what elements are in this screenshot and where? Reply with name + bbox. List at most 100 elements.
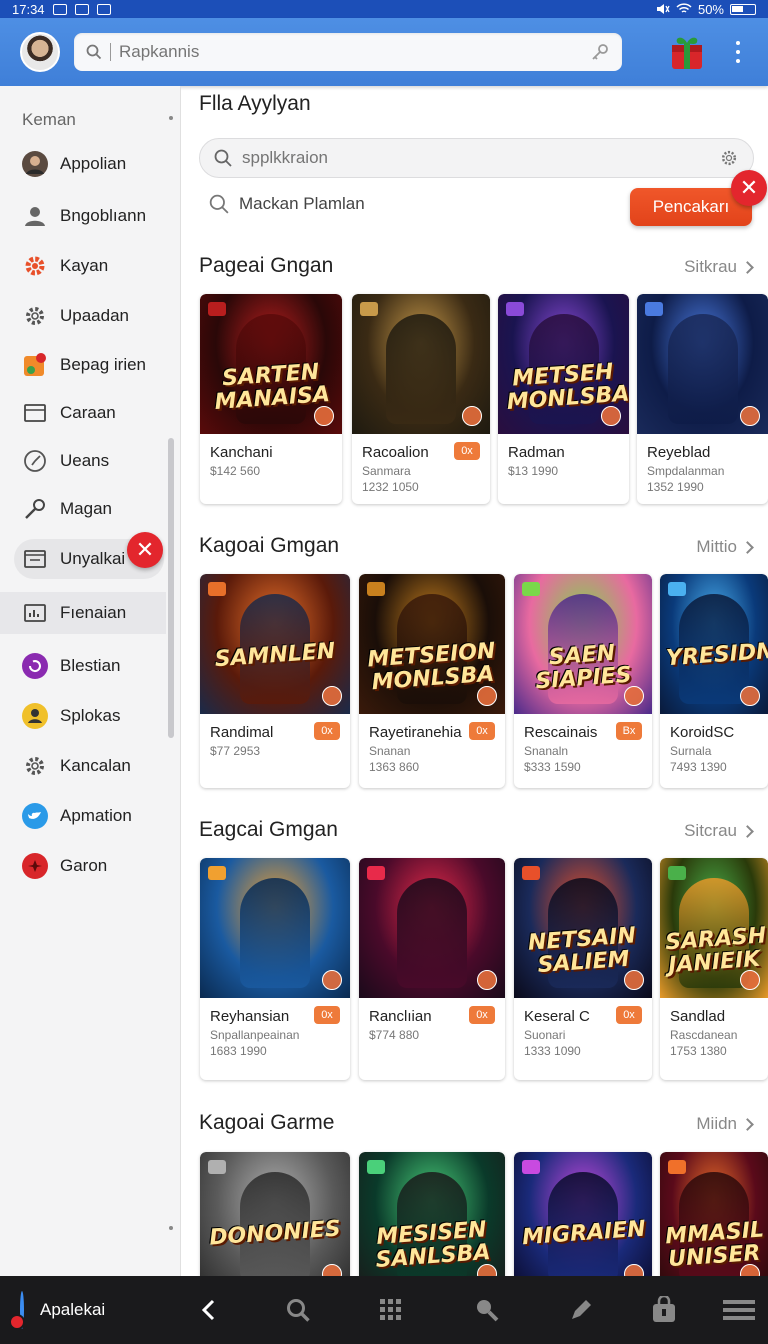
rating-tag-icon bbox=[360, 302, 378, 316]
favorite-badge-icon[interactable] bbox=[322, 970, 342, 990]
search-bar[interactable] bbox=[74, 33, 622, 71]
price-badge[interactable]: Bx bbox=[616, 722, 642, 740]
sidebar-item-appolian[interactable]: Appolian bbox=[14, 144, 164, 184]
favorite-badge-icon[interactable] bbox=[740, 686, 760, 706]
section-title: Kagoai Gmgan bbox=[199, 534, 340, 557]
game-title: Reyhansian bbox=[210, 1008, 290, 1025]
favorite-badge-icon[interactable] bbox=[322, 1264, 342, 1276]
sidebar-item-splokas[interactable]: Splokas bbox=[14, 696, 164, 736]
sidebar-item-ueans[interactable]: Ueans bbox=[14, 441, 164, 481]
filter-bar[interactable] bbox=[199, 138, 754, 178]
sidebar-item-label: Ueans bbox=[60, 451, 110, 470]
person-icon bbox=[22, 203, 48, 229]
key-icon[interactable] bbox=[590, 42, 610, 62]
favorite-badge-icon[interactable] bbox=[740, 406, 760, 426]
user-avatar[interactable] bbox=[9, 1291, 25, 1330]
sidebar-item-kayan[interactable]: Kayan bbox=[14, 246, 164, 286]
sidebar-item-apmation[interactable]: Apmation bbox=[14, 796, 164, 836]
sidebar-item-bepag-irien[interactable]: Bepag irien bbox=[14, 345, 164, 385]
section-link-label: Mittio bbox=[696, 537, 737, 556]
search-alt-icon[interactable] bbox=[441, 1290, 533, 1330]
sidebar-item-garon[interactable]: Garon bbox=[14, 846, 164, 886]
game-card[interactable]: Ranclıian $774 880 0x bbox=[359, 858, 505, 1080]
more-options-icon[interactable] bbox=[734, 41, 742, 63]
section-see-all-link[interactable]: Sitcrau bbox=[684, 821, 754, 841]
rating-tag-icon bbox=[645, 302, 663, 316]
game-card[interactable]: SARASH JANIEIK Sandlad Rascdanean 1753 1380 bbox=[660, 858, 768, 1080]
sidebar: Keman Appolian Bngoblıann Kayan Upaadan … bbox=[0, 86, 181, 1276]
game-card[interactable]: Racoalion Sanmara 1232 1050 0x bbox=[352, 294, 490, 504]
game-card[interactable]: MMASIL UNISER bbox=[660, 1152, 768, 1276]
menu-icon[interactable] bbox=[699, 1290, 768, 1330]
secondary-search[interactable]: Mackan Plamlan bbox=[209, 194, 365, 214]
favorite-badge-icon[interactable] bbox=[477, 1264, 497, 1276]
grid-icon[interactable] bbox=[341, 1290, 441, 1330]
price-badge[interactable]: 0x bbox=[469, 1006, 495, 1024]
price-badge[interactable]: 0x bbox=[314, 722, 340, 740]
game-card[interactable]: DONONIES bbox=[200, 1152, 350, 1276]
sidebar-item-bngoblann[interactable]: Bngoblıann bbox=[14, 196, 164, 236]
sidebar-heading: Keman bbox=[22, 110, 76, 129]
back-icon[interactable] bbox=[163, 1290, 255, 1330]
price-badge[interactable]: 0x bbox=[314, 1006, 340, 1024]
settings-icon[interactable] bbox=[719, 148, 739, 168]
favorite-badge-icon[interactable] bbox=[624, 686, 644, 706]
game-logo-text: METSEH MONLSBA bbox=[505, 359, 629, 416]
game-card[interactable]: MIGRAIEN bbox=[514, 1152, 652, 1276]
favorite-badge-icon[interactable] bbox=[322, 686, 342, 706]
game-cover-art: METSEION MONLSBA bbox=[359, 574, 505, 714]
game-card[interactable]: Reyeblad Smpdalanman 1352 1990 bbox=[637, 294, 768, 504]
sidebar-item-upaadan[interactable]: Upaadan bbox=[14, 296, 164, 336]
filter-input[interactable] bbox=[242, 148, 719, 168]
favorite-badge-icon[interactable] bbox=[477, 970, 497, 990]
sidebar-item-fenaian[interactable]: Fıenaian bbox=[0, 592, 166, 634]
game-title: Rayetiranehia bbox=[369, 724, 462, 741]
game-card[interactable]: YRESIDN KoroidSC Surnala 7493 1390 bbox=[660, 574, 768, 788]
sidebar-item-label: Fıenaian bbox=[60, 603, 127, 622]
favorite-badge-icon[interactable] bbox=[624, 970, 644, 990]
sidebar-scrollbar[interactable] bbox=[168, 108, 174, 1238]
favorite-badge-icon[interactable] bbox=[477, 686, 497, 706]
price-badge[interactable]: 0x bbox=[616, 1006, 642, 1024]
game-card[interactable]: MESISEN SANLSBA bbox=[359, 1152, 505, 1276]
chart-icon bbox=[22, 600, 48, 626]
pen-icon[interactable] bbox=[533, 1290, 629, 1330]
game-card[interactable]: METSEH MONLSBA Radman $13 1990 bbox=[498, 294, 629, 504]
game-card[interactable]: SARTEN MANAISA Kanchani $142 560 bbox=[200, 294, 342, 504]
section-see-all-link[interactable]: Sitkrau bbox=[684, 257, 754, 277]
price-badge[interactable]: 0x bbox=[454, 442, 480, 460]
sidebar-item-magan[interactable]: Magan bbox=[14, 489, 164, 529]
favorite-badge-icon[interactable] bbox=[740, 970, 760, 990]
game-title: Keseral C bbox=[524, 1008, 590, 1025]
favorite-badge-icon[interactable] bbox=[601, 406, 621, 426]
notification-icon bbox=[52, 3, 67, 15]
character-figure bbox=[240, 878, 310, 988]
section-see-all-link[interactable]: Mittio bbox=[696, 537, 754, 557]
chevron-right-icon bbox=[741, 824, 754, 838]
favorite-badge-icon[interactable] bbox=[314, 406, 334, 426]
bag-icon[interactable] bbox=[629, 1290, 699, 1330]
close-icon[interactable]: ✕ bbox=[731, 170, 767, 206]
gift-icon[interactable] bbox=[668, 33, 706, 71]
sidebar-item-caraan[interactable]: Caraan bbox=[14, 393, 164, 433]
section-title: Eagcai Gmgan bbox=[199, 818, 338, 841]
sidebar-item-label: Apmation bbox=[60, 806, 132, 825]
sidebar-item-blestian[interactable]: Blestian bbox=[14, 646, 164, 686]
game-meta: 1232 1050 bbox=[362, 480, 419, 494]
game-card[interactable]: SAMNLEN Randimal $77 2953 0x bbox=[200, 574, 350, 788]
section-see-all-link[interactable]: Miidn bbox=[696, 1114, 754, 1134]
game-card[interactable]: SAEN SIAPIES Rescainais Snanaln $333 1590 Bx bbox=[514, 574, 652, 788]
sidebar-item-kancalan[interactable]: Kancalan bbox=[14, 746, 164, 786]
game-card[interactable]: NETSAIN SALIEM Keseral C Suonari 1333 1090 0… bbox=[514, 858, 652, 1080]
search-icon[interactable] bbox=[255, 1290, 341, 1330]
search-input[interactable] bbox=[119, 42, 590, 62]
favorite-badge-icon[interactable] bbox=[462, 406, 482, 426]
game-card[interactable]: METSEION MONLSBA Rayetiranehia Snanan 1363 … bbox=[359, 574, 505, 788]
price-badge[interactable]: 0x bbox=[469, 722, 495, 740]
game-card[interactable]: Reyhansian Snpallanpeainan 1683 1990 0x bbox=[200, 858, 350, 1080]
favorite-badge-icon[interactable] bbox=[624, 1264, 644, 1276]
game-cover-art: SARTEN MANAISA bbox=[200, 294, 342, 434]
profile-avatar[interactable] bbox=[20, 32, 60, 72]
rating-tag-icon bbox=[668, 582, 686, 596]
close-icon[interactable]: ✕ bbox=[127, 532, 163, 568]
